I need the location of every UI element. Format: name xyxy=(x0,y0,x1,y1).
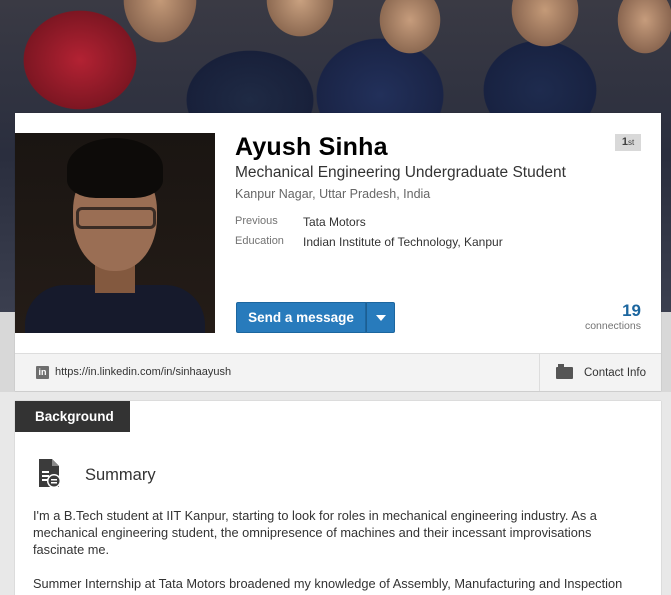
connections-count[interactable]: 19 xyxy=(622,301,641,321)
profile-facts: Previous Tata Motors Education Indian In… xyxy=(235,215,503,255)
fact-label: Previous xyxy=(235,215,278,227)
contact-info-label: Contact Info xyxy=(584,366,647,379)
photo-hair xyxy=(67,138,163,198)
profile-card-footer: in https://in.linkedin.com/in/sinhaayush… xyxy=(15,353,661,391)
connection-degree-badge: 1st xyxy=(615,134,641,151)
background-tab: Background xyxy=(15,401,130,432)
document-icon xyxy=(39,459,61,488)
chevron-down-icon xyxy=(375,314,386,321)
contact-info-button[interactable]: Contact Info xyxy=(539,354,661,391)
linkedin-icon: in xyxy=(36,366,49,379)
fact-label: Education xyxy=(235,235,284,247)
public-profile-url[interactable]: https://in.linkedin.com/in/sinhaayush xyxy=(55,366,231,378)
fact-value[interactable]: Tata Motors xyxy=(303,215,366,235)
degree-suffix: st xyxy=(627,138,635,147)
summary-paragraph: Summer Internship at Tata Motors broaden… xyxy=(33,576,623,591)
summary-paragraph: I'm a B.Tech student at IIT Kanpur, star… xyxy=(33,508,597,557)
background-section: Background Summary I'm a B.Tech student … xyxy=(15,401,661,595)
connections-label: connections xyxy=(584,320,641,332)
profile-card: Ayush Sinha Mechanical Engineering Under… xyxy=(15,113,661,391)
vcard-icon xyxy=(556,363,573,379)
summary-heading: Summary xyxy=(85,466,156,484)
profile-headline: Mechanical Engineering Undergraduate Stu… xyxy=(235,164,566,181)
fact-row-previous: Previous Tata Motors xyxy=(235,215,503,235)
fact-value[interactable]: Indian Institute of Technology, Kanpur xyxy=(303,235,503,255)
send-message-button[interactable]: Send a message xyxy=(236,302,366,333)
profile-photo[interactable] xyxy=(15,133,215,333)
message-options-dropdown[interactable] xyxy=(366,302,395,333)
profile-name: Ayush Sinha xyxy=(235,133,388,161)
fact-row-education: Education Indian Institute of Technology… xyxy=(235,235,503,255)
profile-location[interactable]: Kanpur Nagar, Uttar Pradesh, India xyxy=(235,187,430,201)
photo-glasses xyxy=(76,207,156,229)
